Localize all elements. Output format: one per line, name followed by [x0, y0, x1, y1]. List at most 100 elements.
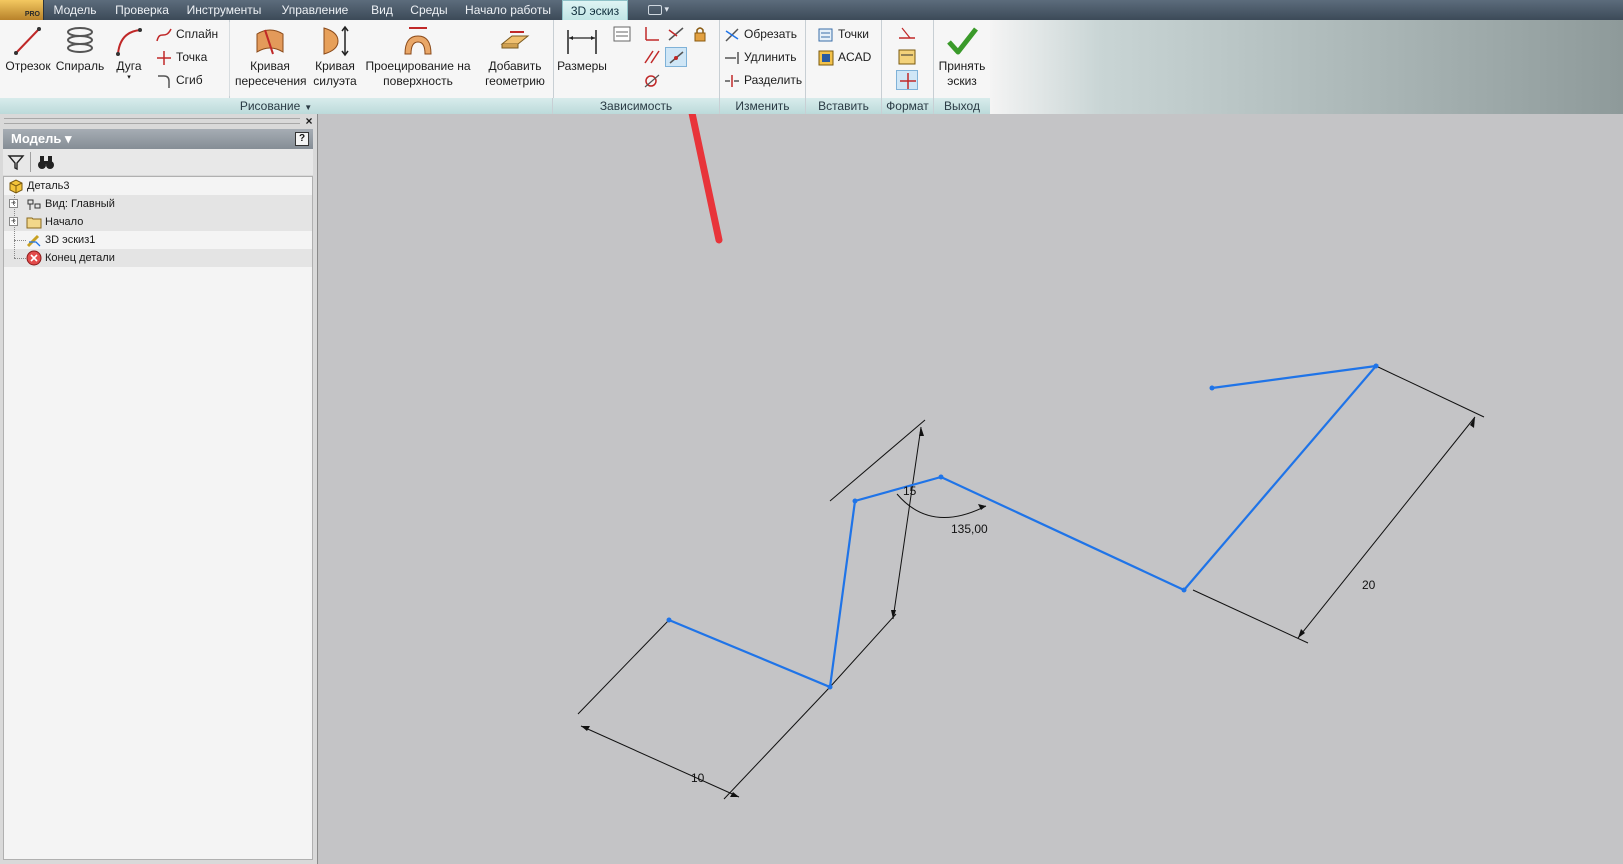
sketch-point[interactable] [938, 474, 944, 480]
insert-panel: Точки ACAD Вставить [806, 20, 882, 114]
draw-panel-title[interactable]: Рисование ▼ [0, 98, 552, 114]
centerline-button[interactable] [896, 70, 918, 90]
point-button[interactable]: Точка [156, 47, 207, 67]
arc-label: Дуга [116, 59, 142, 73]
tab-environments[interactable]: Среды [404, 0, 454, 20]
project-to-surface-button[interactable]: Проецирование на поверхность [363, 24, 473, 89]
tree-node-view[interactable]: + Вид: Главный [4, 195, 312, 213]
intersection-curve-button[interactable]: Кривая пересечения [235, 24, 307, 89]
sketch-point[interactable] [1209, 385, 1215, 391]
perpendicular-constraint-button[interactable] [641, 24, 663, 44]
constraint-settings-button[interactable] [611, 24, 633, 44]
app-badge: PRO [24, 11, 40, 18]
split-button[interactable]: Разделить [724, 70, 802, 90]
tab-3d-sketch[interactable]: 3D эскиз [562, 0, 628, 21]
tab-inspect[interactable]: Проверка [106, 0, 178, 20]
bend-button[interactable]: Сгиб [156, 70, 203, 90]
silhouette-curve-button[interactable]: Кривая силуэта [307, 24, 363, 89]
silhouette-curve-label-2: силуэта [313, 74, 357, 88]
tab-model[interactable]: Модель [44, 0, 106, 20]
tab-manage[interactable]: Управление [270, 0, 360, 20]
tab-tools[interactable]: Инструменты [178, 0, 270, 20]
dimension-value-10[interactable]: 10 [691, 771, 705, 785]
sketch-point[interactable] [1373, 363, 1379, 369]
collinear-constraint-icon [669, 51, 684, 64]
sketch-canvas[interactable]: 10 15 135,00 20 [319, 114, 1623, 864]
dimension-extension-line [723, 686, 831, 800]
modify-panel-title: Изменить [720, 98, 805, 114]
arc-dropdown-icon[interactable]: ▾ [108, 74, 150, 81]
folder-icon [26, 217, 42, 229]
accept-sketch-button[interactable]: Принять эскиз [934, 24, 990, 89]
extend-button[interactable]: Удлинить [724, 47, 796, 67]
sketch-point[interactable] [666, 617, 672, 623]
tree-node-3d-sketch-label: 3D эскиз1 [45, 234, 96, 246]
coincident-constraint-button[interactable] [665, 24, 687, 44]
tangent-constraint-button[interactable] [641, 70, 663, 90]
find-binoculars-icon[interactable] [37, 153, 55, 171]
extend-icon [725, 51, 739, 64]
browser-toolbar [3, 149, 313, 175]
dimension-value-20[interactable]: 20 [1362, 578, 1376, 592]
exit-panel-title: Выход [934, 98, 990, 114]
graphics-window[interactable]: 10 15 135,00 20 [319, 114, 1623, 864]
tree-node-3d-sketch[interactable]: 3D эскиз1 [4, 231, 312, 249]
intersection-curve-label-1: Кривая [250, 59, 290, 73]
line-label: Отрезок [5, 59, 51, 73]
tree-connector [14, 240, 26, 241]
show-format-icon [898, 49, 916, 65]
browser-close-button[interactable]: × [303, 114, 315, 128]
browser-help-button[interactable]: ? [295, 132, 309, 146]
project-to-surface-icon [404, 27, 432, 55]
browser-grip[interactable] [4, 118, 300, 124]
sketch-polyline[interactable] [668, 364, 1379, 689]
centerline-icon [900, 73, 916, 89]
fix-constraint-button[interactable] [689, 24, 711, 44]
trim-button[interactable]: Обрезать [724, 24, 797, 44]
show-format-button[interactable] [896, 47, 918, 67]
bend-icon [158, 75, 170, 88]
split-label: Разделить [744, 73, 803, 87]
filter-icon[interactable] [7, 153, 25, 171]
acad-icon [818, 50, 834, 66]
sketch-vertices [666, 363, 1379, 690]
sketch-point[interactable] [827, 684, 833, 690]
tree-node-origin[interactable]: + Начало [4, 213, 312, 231]
tab-view[interactable]: Вид [360, 0, 404, 20]
line-button[interactable]: Отрезок [4, 24, 52, 74]
collinear-constraint-button[interactable] [665, 47, 687, 67]
dimension-icon [567, 30, 597, 54]
quick-access-dropdown[interactable]: ▾ [648, 4, 682, 16]
silhouette-curve-label-1: Кривая [315, 59, 355, 73]
browser-header[interactable]: Модель ▾ ? [3, 129, 313, 149]
spline-button[interactable]: Сплайн [156, 24, 218, 44]
dimension-value-15[interactable]: 15 [903, 484, 917, 498]
acad-button[interactable]: ACAD [818, 47, 871, 67]
arc-button[interactable]: Дуга ▾ [108, 24, 150, 81]
tab-get-started[interactable]: Начало работы [454, 0, 562, 20]
tree-node-part[interactable]: Деталь3 [4, 177, 312, 195]
accept-sketch-label-1: Принять [938, 59, 986, 73]
browser-title-dropdown-icon: ▾ [64, 131, 72, 146]
bend-label: Сгиб [176, 73, 203, 87]
application-menu-button[interactable]: PRO [0, 0, 44, 20]
construction-button[interactable] [896, 24, 918, 44]
construction-icon [899, 27, 915, 39]
add-geometry-icon [500, 31, 530, 49]
sketch-point[interactable] [1181, 587, 1187, 593]
sketch-point[interactable] [852, 498, 858, 504]
dimension-value-angle[interactable]: 135,00 [951, 522, 988, 536]
exit-panel: Принять эскиз Выход [934, 20, 990, 114]
trim-icon [725, 28, 739, 42]
dimension-button[interactable]: Размеры [555, 24, 609, 74]
intersection-curve-icon [256, 29, 284, 55]
dimension-extension-line [1375, 365, 1485, 418]
import-points-button[interactable]: Точки [818, 24, 869, 44]
dimension-extension-line [577, 619, 670, 715]
spiral-button[interactable]: Спираль [54, 24, 106, 74]
dimension-labels: 10 15 135,00 20 [691, 484, 1376, 785]
add-geometry-button[interactable]: Добавить геометрию [478, 24, 552, 89]
arrow-head [730, 792, 739, 797]
parallel-constraint-button[interactable] [641, 47, 663, 67]
tree-node-end-of-part[interactable]: Конец детали [4, 249, 312, 267]
